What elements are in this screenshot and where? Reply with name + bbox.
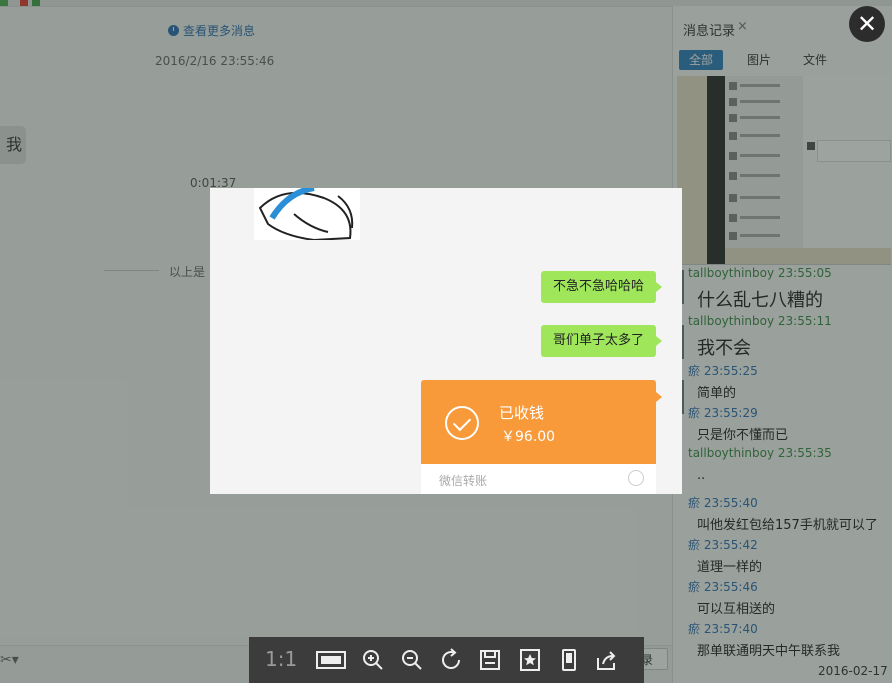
- payment-status: 已收钱: [499, 404, 545, 422]
- payment-card-header: 已收钱 ￥96.00: [421, 380, 662, 464]
- my-message-bubble: 哥们单子太多了: [540, 325, 663, 357]
- actual-size-button[interactable]: 1:1: [265, 647, 297, 671]
- image-viewer: 不急不急哈哈哈 哥们单子太多了 已收钱 ￥96.00 微信转账: [210, 188, 682, 494]
- fit-window-icon[interactable]: [315, 648, 347, 672]
- checkmark-icon: [445, 406, 479, 440]
- zoom-in-icon[interactable]: [361, 648, 385, 672]
- payment-amount: ￥96.00: [501, 429, 556, 445]
- favorite-star-icon[interactable]: [518, 648, 542, 672]
- share-icon[interactable]: [595, 648, 619, 672]
- wechat-pay-icon: [628, 470, 644, 486]
- viewer-toolbar: 1:1: [249, 637, 644, 683]
- save-icon[interactable]: [478, 648, 502, 672]
- payment-card-footer: 微信转账: [421, 464, 656, 494]
- rotate-icon[interactable]: [440, 648, 464, 672]
- sticker-image: [254, 188, 360, 242]
- send-to-phone-icon[interactable]: [557, 648, 581, 672]
- app-window: 查看更多消息 2016/2/16 23:55:46 我 0:01:37 以上是 …: [0, 0, 892, 683]
- my-message-bubble: 不急不急哈哈哈: [540, 271, 663, 303]
- zoom-out-icon[interactable]: [400, 648, 424, 672]
- close-viewer-button[interactable]: ✕: [849, 6, 885, 42]
- payment-label: 微信转账: [439, 474, 488, 488]
- payment-card[interactable]: 已收钱 ￥96.00 微信转账: [421, 380, 662, 494]
